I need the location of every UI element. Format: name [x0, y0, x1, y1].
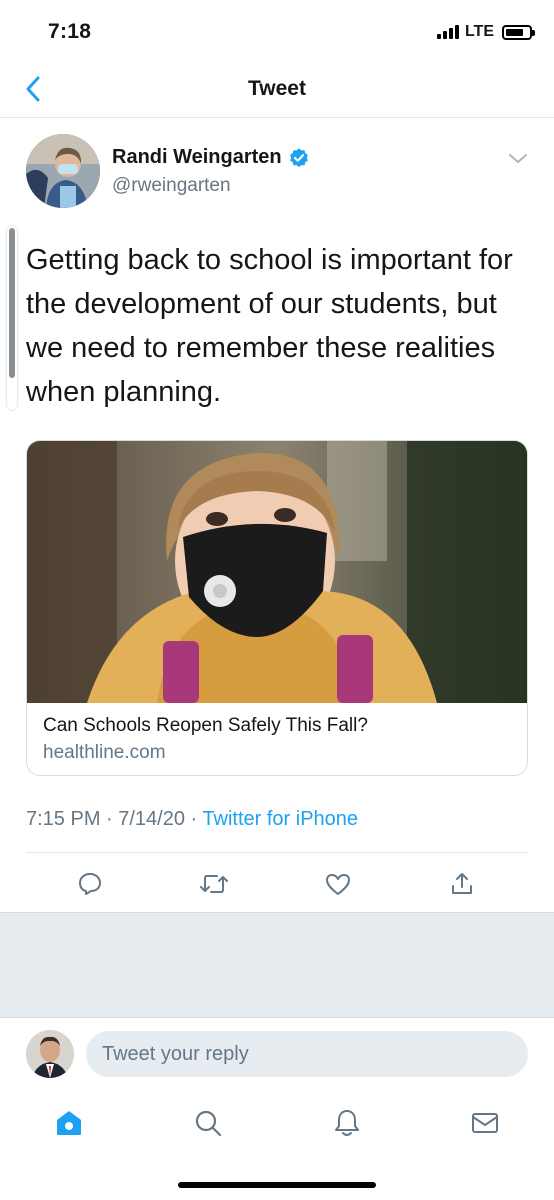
- tab-notifications[interactable]: [330, 1106, 364, 1140]
- tweet-timestamp: 7:15 PM · 7/14/20 ·: [26, 808, 203, 830]
- card-title: Can Schools Reopen Safely This Fall?: [43, 715, 368, 736]
- tweet-actions: [0, 862, 554, 902]
- more-options-button[interactable]: [506, 150, 530, 168]
- network-type: LTE: [464, 23, 494, 40]
- reply-button[interactable]: [74, 868, 106, 900]
- reply-icon: [79, 873, 101, 895]
- card-domain: healthline.com: [43, 742, 166, 763]
- retweet-button[interactable]: [198, 868, 230, 900]
- author-handle: @rweingarten: [112, 175, 231, 196]
- author-name: Randi Weingarten: [112, 146, 282, 168]
- reply-bar: [0, 1018, 554, 1092]
- avatar-photo: [26, 134, 100, 208]
- tweet-meta: 7:15 PM · 7/14/20 · Twitter for iPhone: [26, 808, 358, 831]
- status-time: 7:18: [48, 20, 92, 43]
- tab-bar: [0, 1092, 554, 1200]
- tab-search[interactable]: [191, 1106, 225, 1140]
- like-icon: [326, 874, 350, 895]
- empty-replies-area: [0, 912, 554, 1018]
- home-icon: [57, 1111, 81, 1135]
- search-icon: [195, 1110, 222, 1137]
- battery-icon: [502, 24, 535, 40]
- card-image: [27, 441, 527, 703]
- verified-badge-icon: [289, 147, 308, 167]
- status-indicators: LTE: [436, 23, 535, 41]
- tweet-detail: Randi Weingarten @rweingarten Getting ba…: [0, 118, 554, 912]
- chevron-down-icon: [509, 154, 527, 163]
- nav-header: Tweet: [0, 62, 554, 118]
- reply-input[interactable]: [86, 1031, 528, 1077]
- tab-messages[interactable]: [468, 1106, 502, 1140]
- divider: [26, 852, 528, 853]
- like-button[interactable]: [322, 868, 354, 900]
- share-button[interactable]: [446, 868, 478, 900]
- share-icon: [452, 873, 472, 894]
- page-title: Tweet: [248, 77, 306, 100]
- author-info[interactable]: Randi Weingarten @rweingarten: [112, 146, 310, 197]
- messages-icon: [472, 1113, 498, 1133]
- retweet-icon: [200, 875, 228, 893]
- user-avatar[interactable]: [26, 1030, 74, 1078]
- tweet-text: Getting back to school is important for …: [26, 244, 513, 408]
- link-card[interactable]: Can Schools Reopen Safely This Fall? hea…: [26, 440, 528, 776]
- tweet-source-link[interactable]: Twitter for iPhone: [202, 808, 358, 830]
- notifications-icon: [335, 1110, 359, 1136]
- home-indicator: [178, 1182, 376, 1188]
- user-avatar-photo: [26, 1030, 74, 1078]
- signal-strength-icon: [436, 25, 459, 39]
- status-bar: 7:18 LTE: [0, 0, 554, 62]
- scrollbar-thumb[interactable]: [9, 228, 15, 378]
- tab-home[interactable]: [52, 1106, 86, 1140]
- author-avatar[interactable]: [26, 134, 100, 208]
- scrollbar[interactable]: [7, 226, 17, 410]
